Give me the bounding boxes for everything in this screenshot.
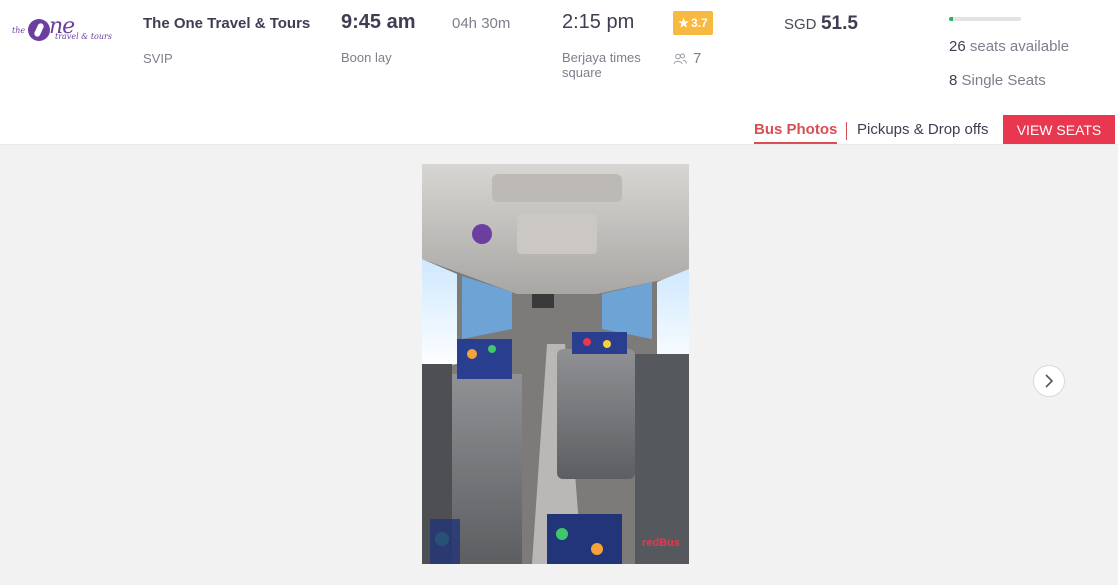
tab-pickups-drop-offs[interactable]: Pickups & Drop offs bbox=[857, 121, 988, 138]
people-icon bbox=[673, 53, 687, 64]
chevron-right-icon bbox=[1045, 374, 1054, 388]
gallery-watermark: redBus bbox=[642, 537, 680, 549]
single-seats-count: 8 bbox=[949, 72, 958, 89]
seat-availability-bar bbox=[949, 17, 1021, 21]
tab-divider bbox=[846, 122, 847, 140]
operator-logo: the ne travel & tours bbox=[12, 14, 112, 41]
star-icon: ★ bbox=[678, 16, 690, 30]
bus-photo-gallery: redBus bbox=[0, 145, 1118, 585]
tab-bus-photos[interactable]: Bus Photos bbox=[754, 121, 838, 144]
seats-available-count: 26 bbox=[949, 38, 966, 55]
bus-listing-row[interactable]: the ne travel & tours The One Travel & T… bbox=[0, 0, 1118, 145]
departure-location: Boon lay bbox=[341, 50, 392, 65]
arrival-time: 2:15 pm bbox=[562, 11, 635, 33]
operator-name: The One Travel & Tours bbox=[143, 15, 311, 32]
reviews-count[interactable]: 7 bbox=[673, 50, 701, 67]
price-currency: SGD bbox=[784, 16, 817, 33]
review-count-value: 7 bbox=[693, 50, 702, 67]
fare-price: SGD 51.5 bbox=[784, 13, 858, 35]
seat-availability-fill bbox=[949, 17, 953, 21]
view-seats-button[interactable]: VIEW SEATS bbox=[1003, 115, 1115, 144]
journey-duration: 04h 30m bbox=[452, 15, 511, 32]
departure-time: 9:45 am bbox=[341, 11, 416, 33]
arrival-location: Berjaya times square bbox=[562, 50, 641, 80]
rating-value: 3.7 bbox=[691, 16, 708, 30]
seats-available: 26 seats available bbox=[949, 38, 1070, 55]
logo-figure-icon bbox=[28, 19, 50, 41]
next-photo-button[interactable] bbox=[1033, 365, 1065, 397]
price-amount: 51.5 bbox=[820, 13, 858, 34]
bus-type: SVIP bbox=[143, 51, 173, 66]
bus-interior-photo: redBus bbox=[422, 164, 689, 564]
single-seats: 8 Single Seats bbox=[949, 72, 1046, 89]
rating-badge[interactable]: ★ 3.7 bbox=[673, 11, 713, 35]
